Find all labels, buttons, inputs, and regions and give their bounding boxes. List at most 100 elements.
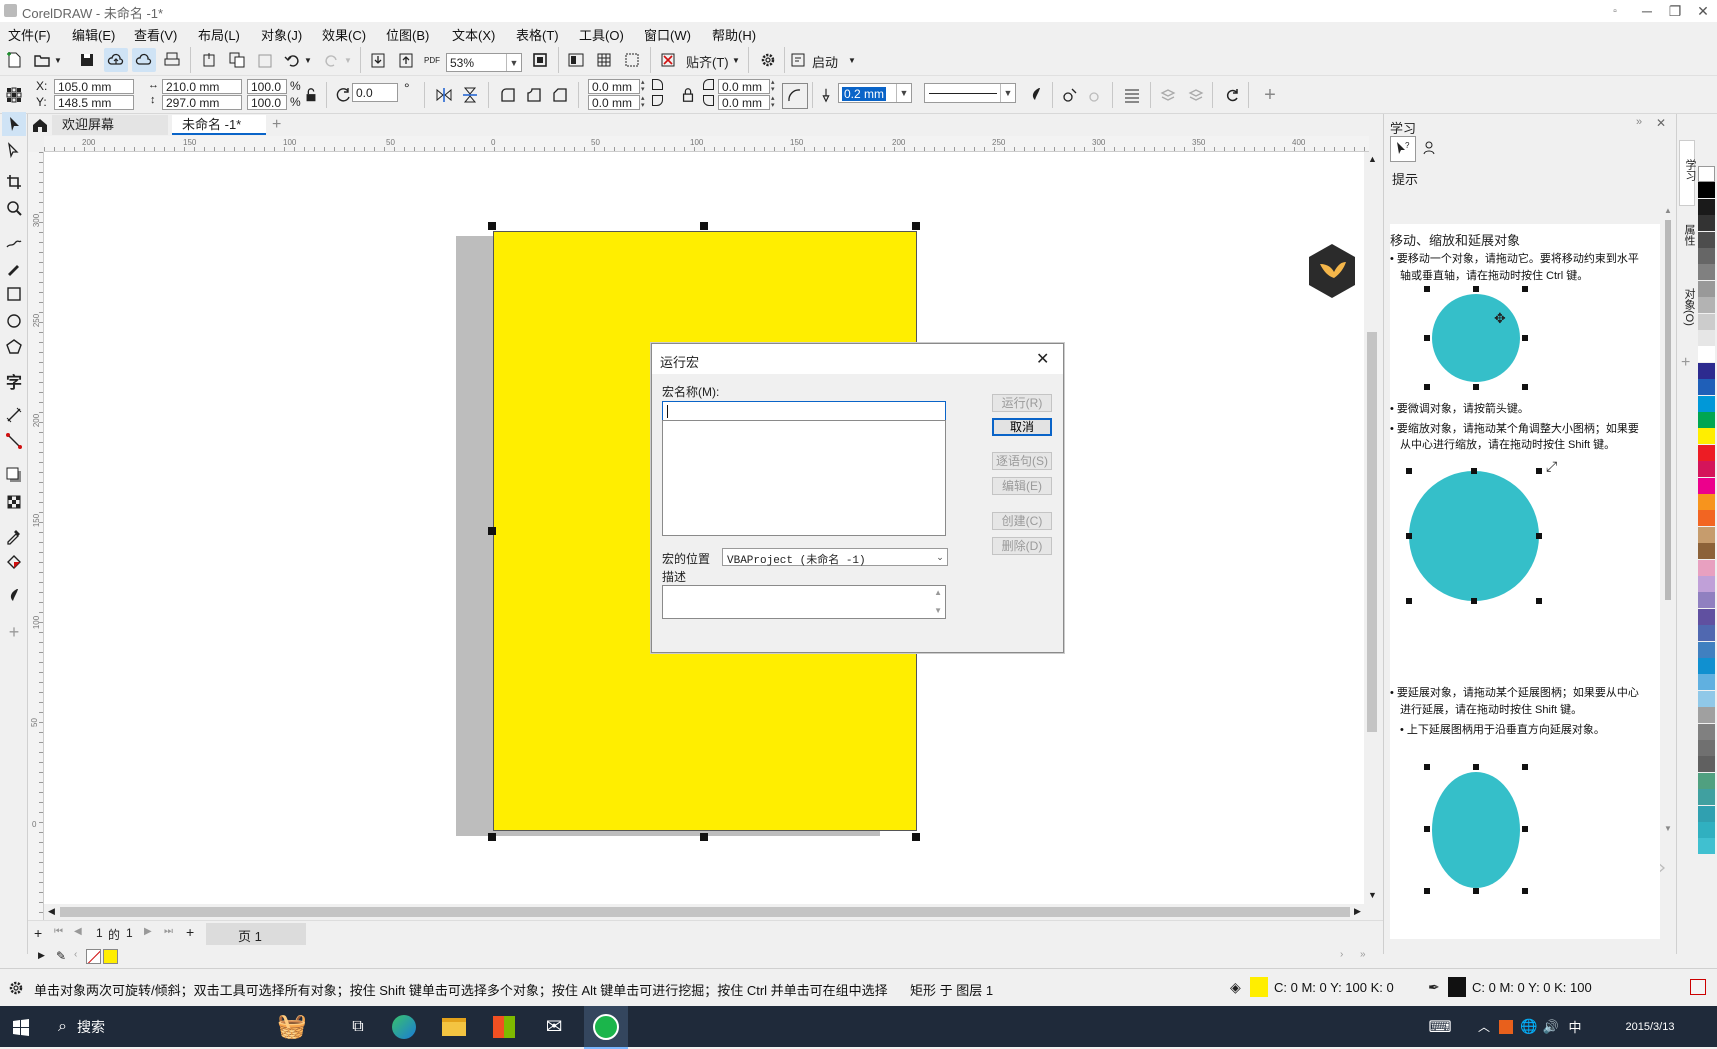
- round-corner-icon[interactable]: [496, 83, 520, 107]
- rectangle-tool-icon[interactable]: [2, 282, 26, 306]
- palette-swatch[interactable]: [1698, 805, 1715, 822]
- scroll-right-icon[interactable]: ›: [1340, 949, 1343, 960]
- guidelines-icon[interactable]: [620, 48, 644, 72]
- chamfer-corner-icon[interactable]: [548, 83, 572, 107]
- macro-location-dropdown[interactable]: VBAProject (未命名 -1) ⌄: [722, 548, 948, 567]
- pick-tool-icon[interactable]: [2, 112, 26, 136]
- current-page[interactable]: 1: [96, 926, 103, 940]
- full-screen-icon[interactable]: [564, 48, 588, 72]
- relative-corner-icon[interactable]: [782, 83, 808, 109]
- description-field[interactable]: ▲ ▼: [662, 585, 946, 619]
- save-icon[interactable]: [75, 48, 99, 72]
- palette-swatch[interactable]: [1698, 166, 1715, 182]
- side-tab-properties[interactable]: 属性: [1679, 210, 1695, 268]
- palette-swatch[interactable]: [1698, 182, 1715, 199]
- windows-start-icon[interactable]: [0, 1006, 42, 1047]
- palette-swatch[interactable]: [1698, 576, 1715, 592]
- chevron-down-icon[interactable]: ▼: [52, 48, 64, 72]
- tray-app-icon[interactable]: [1496, 1006, 1516, 1047]
- chevron-down-icon[interactable]: ▼: [730, 48, 742, 72]
- scroll-thumb[interactable]: [1367, 332, 1377, 732]
- first-page-icon[interactable]: ⏮: [54, 926, 63, 937]
- create-button[interactable]: 创建(C): [992, 512, 1052, 530]
- palette-swatch[interactable]: [1698, 822, 1715, 838]
- palette-swatch[interactable]: [1698, 559, 1715, 576]
- selection-handle[interactable]: [912, 833, 920, 841]
- palette-swatch[interactable]: [1698, 346, 1715, 363]
- pdf-icon[interactable]: PDF: [420, 48, 444, 72]
- add-docker-icon[interactable]: +: [1681, 354, 1690, 372]
- zoom-dropdown[interactable]: 53% ▼: [446, 53, 522, 72]
- scroll-down-icon[interactable]: ▼: [934, 606, 942, 615]
- scroll-down-icon[interactable]: ▼: [1368, 890, 1377, 900]
- launch-label[interactable]: 启动: [812, 52, 838, 71]
- scroll-thumb[interactable]: [60, 907, 1350, 917]
- scale-x-field[interactable]: 100.0: [247, 79, 287, 94]
- close-button[interactable]: ✕: [1688, 0, 1717, 22]
- home-icon[interactable]: [28, 113, 52, 137]
- palette-swatch[interactable]: [1698, 526, 1715, 543]
- menu-bitmaps[interactable]: 位图(B): [386, 25, 429, 44]
- corner-radius-bottom-right[interactable]: 0.0 mm: [718, 95, 770, 110]
- scale-y-field[interactable]: 100.0: [247, 95, 287, 110]
- open-folder-icon[interactable]: [30, 48, 54, 72]
- next-page-icon[interactable]: ▶: [144, 926, 152, 937]
- chevron-down-icon[interactable]: ▼: [896, 84, 911, 102]
- gear-icon[interactable]: [756, 48, 780, 72]
- vertical-ruler[interactable]: 300 250 200 150 100 50 0: [28, 152, 44, 922]
- new-document-icon[interactable]: [2, 48, 26, 72]
- taskbar-search[interactable]: ⌕ 搜索: [44, 1006, 244, 1047]
- eyedropper-icon[interactable]: [2, 524, 26, 548]
- scroll-right-icon[interactable]: ▶: [1354, 906, 1361, 917]
- side-tab-learn[interactable]: 学习: [1679, 140, 1696, 206]
- lock-icon[interactable]: [303, 83, 319, 107]
- palette-swatch[interactable]: [1698, 510, 1715, 527]
- spinner-icon[interactable]: ▴ ▾: [771, 79, 775, 93]
- dialog-title-bar[interactable]: 运行宏 ✕: [652, 344, 1063, 374]
- import-icon[interactable]: [197, 48, 221, 72]
- menu-table[interactable]: 表格(T): [516, 25, 559, 44]
- panel-scrollbar[interactable]: ▲ ▼: [1662, 206, 1674, 838]
- outline-color-swatch[interactable]: [1448, 977, 1466, 997]
- redo-icon[interactable]: [320, 48, 344, 72]
- gear-icon[interactable]: [4, 976, 28, 1000]
- palette-swatch[interactable]: [1698, 215, 1715, 232]
- file-explorer-icon[interactable]: [434, 1006, 474, 1047]
- width-field[interactable]: 210.0 mm: [162, 79, 242, 94]
- transparency-icon[interactable]: [2, 490, 26, 514]
- volume-icon[interactable]: 🔊: [1540, 1006, 1562, 1047]
- snap-to-dropdown[interactable]: 贴齐(T): [686, 52, 729, 71]
- palette-swatch[interactable]: [1698, 723, 1715, 740]
- y-position-field[interactable]: 148.5 mm: [54, 95, 134, 110]
- ellipse-tool-icon[interactable]: [2, 309, 26, 333]
- scroll-left-icon[interactable]: ‹: [74, 949, 77, 960]
- scroll-up-icon[interactable]: ▲: [1368, 154, 1377, 164]
- polygon-tool-icon[interactable]: [2, 335, 26, 359]
- eyedropper-icon[interactable]: ✎: [56, 949, 66, 963]
- chevron-down-icon[interactable]: ▼: [342, 48, 354, 72]
- spinner-icon[interactable]: ▴ ▾: [641, 79, 645, 93]
- x-position-field[interactable]: 105.0 mm: [54, 79, 134, 94]
- collapse-icon[interactable]: »: [1636, 116, 1642, 128]
- parallel-dimension-icon[interactable]: [2, 403, 26, 427]
- object-origin-icon[interactable]: [2, 83, 26, 107]
- print-icon[interactable]: [160, 48, 184, 72]
- palette-swatch[interactable]: [1698, 297, 1715, 314]
- menu-edit[interactable]: 编辑(E): [72, 25, 115, 44]
- undo-icon[interactable]: [280, 48, 304, 72]
- macro-list[interactable]: [662, 420, 946, 536]
- chevron-down-icon[interactable]: ▼: [846, 48, 858, 72]
- palette-swatch[interactable]: [1698, 772, 1715, 789]
- palette-swatch[interactable]: [1698, 658, 1715, 674]
- corner-radius-top-right[interactable]: 0.0 mm: [718, 79, 770, 94]
- drop-shadow-icon[interactable]: [2, 463, 26, 487]
- palette-swatch[interactable]: [1698, 248, 1715, 264]
- palette-swatch[interactable]: [1698, 838, 1715, 855]
- add-icon[interactable]: +: [1258, 83, 1282, 107]
- selection-handle[interactable]: [700, 222, 708, 230]
- menu-effects[interactable]: 效果(C): [322, 25, 366, 44]
- step-into-button[interactable]: 逐语句(S): [992, 452, 1052, 470]
- tab-welcome-screen[interactable]: 欢迎屏幕: [52, 115, 168, 135]
- task-view-icon[interactable]: ⧉: [340, 1006, 376, 1047]
- menu-window[interactable]: 窗口(W): [644, 25, 691, 44]
